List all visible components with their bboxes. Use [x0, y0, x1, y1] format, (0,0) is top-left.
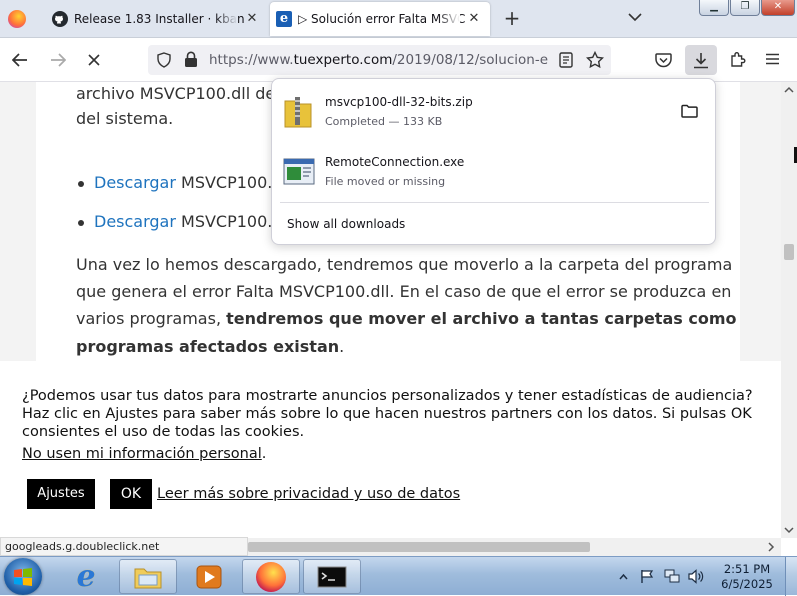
maximize-button[interactable]: ❐ — [730, 0, 760, 16]
stop-button[interactable] — [80, 46, 108, 74]
bullet-dot — [78, 219, 84, 226]
reader-view-icon[interactable] — [559, 52, 573, 68]
taskbar-command-prompt[interactable] — [303, 559, 361, 594]
open-folder-icon[interactable] — [681, 104, 698, 118]
show-desktop-button[interactable] — [785, 557, 797, 596]
close-tab-icon[interactable]: ✕ — [466, 11, 482, 27]
downloads-button[interactable] — [685, 45, 717, 75]
tab-release-installer[interactable]: Release 1.83 Installer · kbandla/Immunit… — [42, 2, 268, 36]
back-arrow-icon — [12, 53, 27, 67]
bookmark-star-icon[interactable] — [586, 51, 604, 69]
article-paragraph-line: Una vez lo hemos descargado, tendremos q… — [76, 255, 733, 274]
article-paragraph-line: programas afectados existan. — [76, 337, 345, 356]
navigation-toolbar: https://www.tuexperto.com/2019/08/12/sol… — [0, 38, 797, 82]
download-link[interactable]: Descargar — [94, 212, 176, 231]
tab-solucion-error[interactable]: e ▷ Solución error Falta MSVCP100.dll ✕ — [270, 2, 490, 36]
article-paragraph-line: que genera el error Falta MSVCP100.dll. … — [76, 282, 732, 301]
download-arrow-icon — [694, 52, 708, 68]
clock-date: 6/5/2025 — [721, 577, 773, 591]
taskbar-firefox[interactable] — [242, 559, 300, 594]
internet-explorer-icon: e — [76, 558, 96, 594]
new-tab-button[interactable]: + — [500, 6, 524, 30]
download-filename: msvcp100-dll-32-bits.zip — [325, 95, 473, 109]
download-link[interactable]: Descargar — [94, 173, 176, 192]
downloads-panel: msvcp100-dll-32-bits.zip Completed — 133… — [271, 78, 716, 245]
no-sell-line: No usen mi información personal. — [22, 446, 267, 462]
settings-button[interactable]: Ajustes — [27, 479, 95, 509]
article-paragraph-line: varios programas, tendremos que mover el… — [76, 309, 737, 328]
vertical-scroll-thumb[interactable] — [784, 244, 794, 260]
command-prompt-icon — [317, 566, 347, 587]
firefox-icon — [256, 561, 286, 592]
scroll-down-arrow-icon[interactable] — [784, 527, 794, 534]
pocket-icon[interactable] — [655, 53, 672, 68]
show-all-downloads-button[interactable]: Show all downloads — [278, 210, 710, 238]
ie-e-icon: e — [276, 11, 292, 27]
minimize-button[interactable]: ▁ — [699, 0, 729, 16]
panel-divider — [280, 202, 709, 203]
media-player-icon — [196, 565, 222, 588]
article-text-line: archivo MSVCP100.dll de fo — [76, 84, 286, 103]
app-menu-hamburger-icon[interactable] — [765, 53, 780, 65]
download-filename: RemoteConnection.exe — [325, 155, 465, 169]
forward-arrow-icon — [51, 53, 66, 67]
ok-button[interactable]: OK — [110, 479, 152, 509]
taskbar-windows-explorer[interactable] — [119, 559, 177, 594]
folder-library-icon — [134, 568, 162, 588]
scroll-right-arrow-icon[interactable] — [767, 542, 775, 552]
download-item-exe[interactable]: RemoteConnection.exe File moved or missi… — [278, 146, 710, 200]
lock-icon[interactable] — [184, 51, 198, 68]
clock-time: 2:51 PM — [723, 562, 771, 576]
url-text: https://www.tuexperto.com/2019/08/12/sol… — [209, 52, 549, 68]
windows-logo-icon — [14, 568, 32, 586]
show-hidden-icons-arrow-icon[interactable] — [619, 573, 628, 580]
taskbar-internet-explorer[interactable]: e — [57, 559, 115, 594]
extensions-puzzle-icon[interactable] — [729, 51, 746, 68]
privacy-link[interactable]: Leer más sobre privacidad y uso de datos — [157, 485, 460, 503]
download-status: Completed — 133 KB — [325, 115, 443, 128]
download-status: File moved or missing — [325, 175, 446, 188]
list-item: Descargar MSVCP100.dll — [78, 169, 273, 196]
stop-x-icon — [88, 54, 100, 66]
network-icon[interactable] — [664, 569, 680, 584]
windows-taskbar: e 2:51 PM 6/5/2025 — [0, 556, 797, 596]
status-url-tooltip: googleads.g.doubleclick.net — [0, 537, 248, 556]
tab-strip: Release 1.83 Installer · kbandla/Immunit… — [0, 0, 797, 38]
volume-speaker-icon[interactable] — [688, 569, 704, 584]
consent-text: ¿Podemos usar tus datos para mostrarte a… — [22, 388, 753, 440]
firefox-view-icon[interactable] — [8, 10, 26, 28]
system-clock[interactable]: 2:51 PM 6/5/2025 — [713, 562, 781, 592]
taskbar-media-player[interactable] — [180, 559, 238, 594]
no-sell-link[interactable]: No usen mi información personal — [22, 446, 262, 462]
scroll-up-arrow-icon[interactable] — [784, 86, 794, 93]
tab-list-chevron-icon[interactable] — [628, 12, 642, 22]
forward-button[interactable] — [44, 46, 72, 74]
horizontal-scroll-thumb[interactable] — [248, 542, 590, 552]
exe-file-icon — [283, 158, 315, 185]
start-button[interactable] — [4, 558, 42, 595]
list-item: Descargar MSVCP100.dll — [78, 208, 273, 235]
zip-folder-icon — [284, 97, 312, 128]
tracking-protection-shield-icon[interactable] — [156, 52, 172, 68]
close-window-button[interactable]: ✕ — [761, 0, 795, 16]
github-icon — [52, 11, 68, 27]
close-tab-icon[interactable]: ✕ — [244, 11, 260, 27]
cookie-consent-banner: ¿Podemos usar tus datos para mostrarte a… — [0, 361, 781, 538]
download-item-zip[interactable]: msvcp100-dll-32-bits.zip Completed — 133… — [278, 85, 710, 139]
back-button[interactable] — [6, 46, 34, 74]
bullet-dot — [78, 180, 84, 187]
address-bar[interactable]: https://www.tuexperto.com/2019/08/12/sol… — [148, 45, 611, 75]
action-center-flag-icon[interactable] — [640, 569, 654, 584]
